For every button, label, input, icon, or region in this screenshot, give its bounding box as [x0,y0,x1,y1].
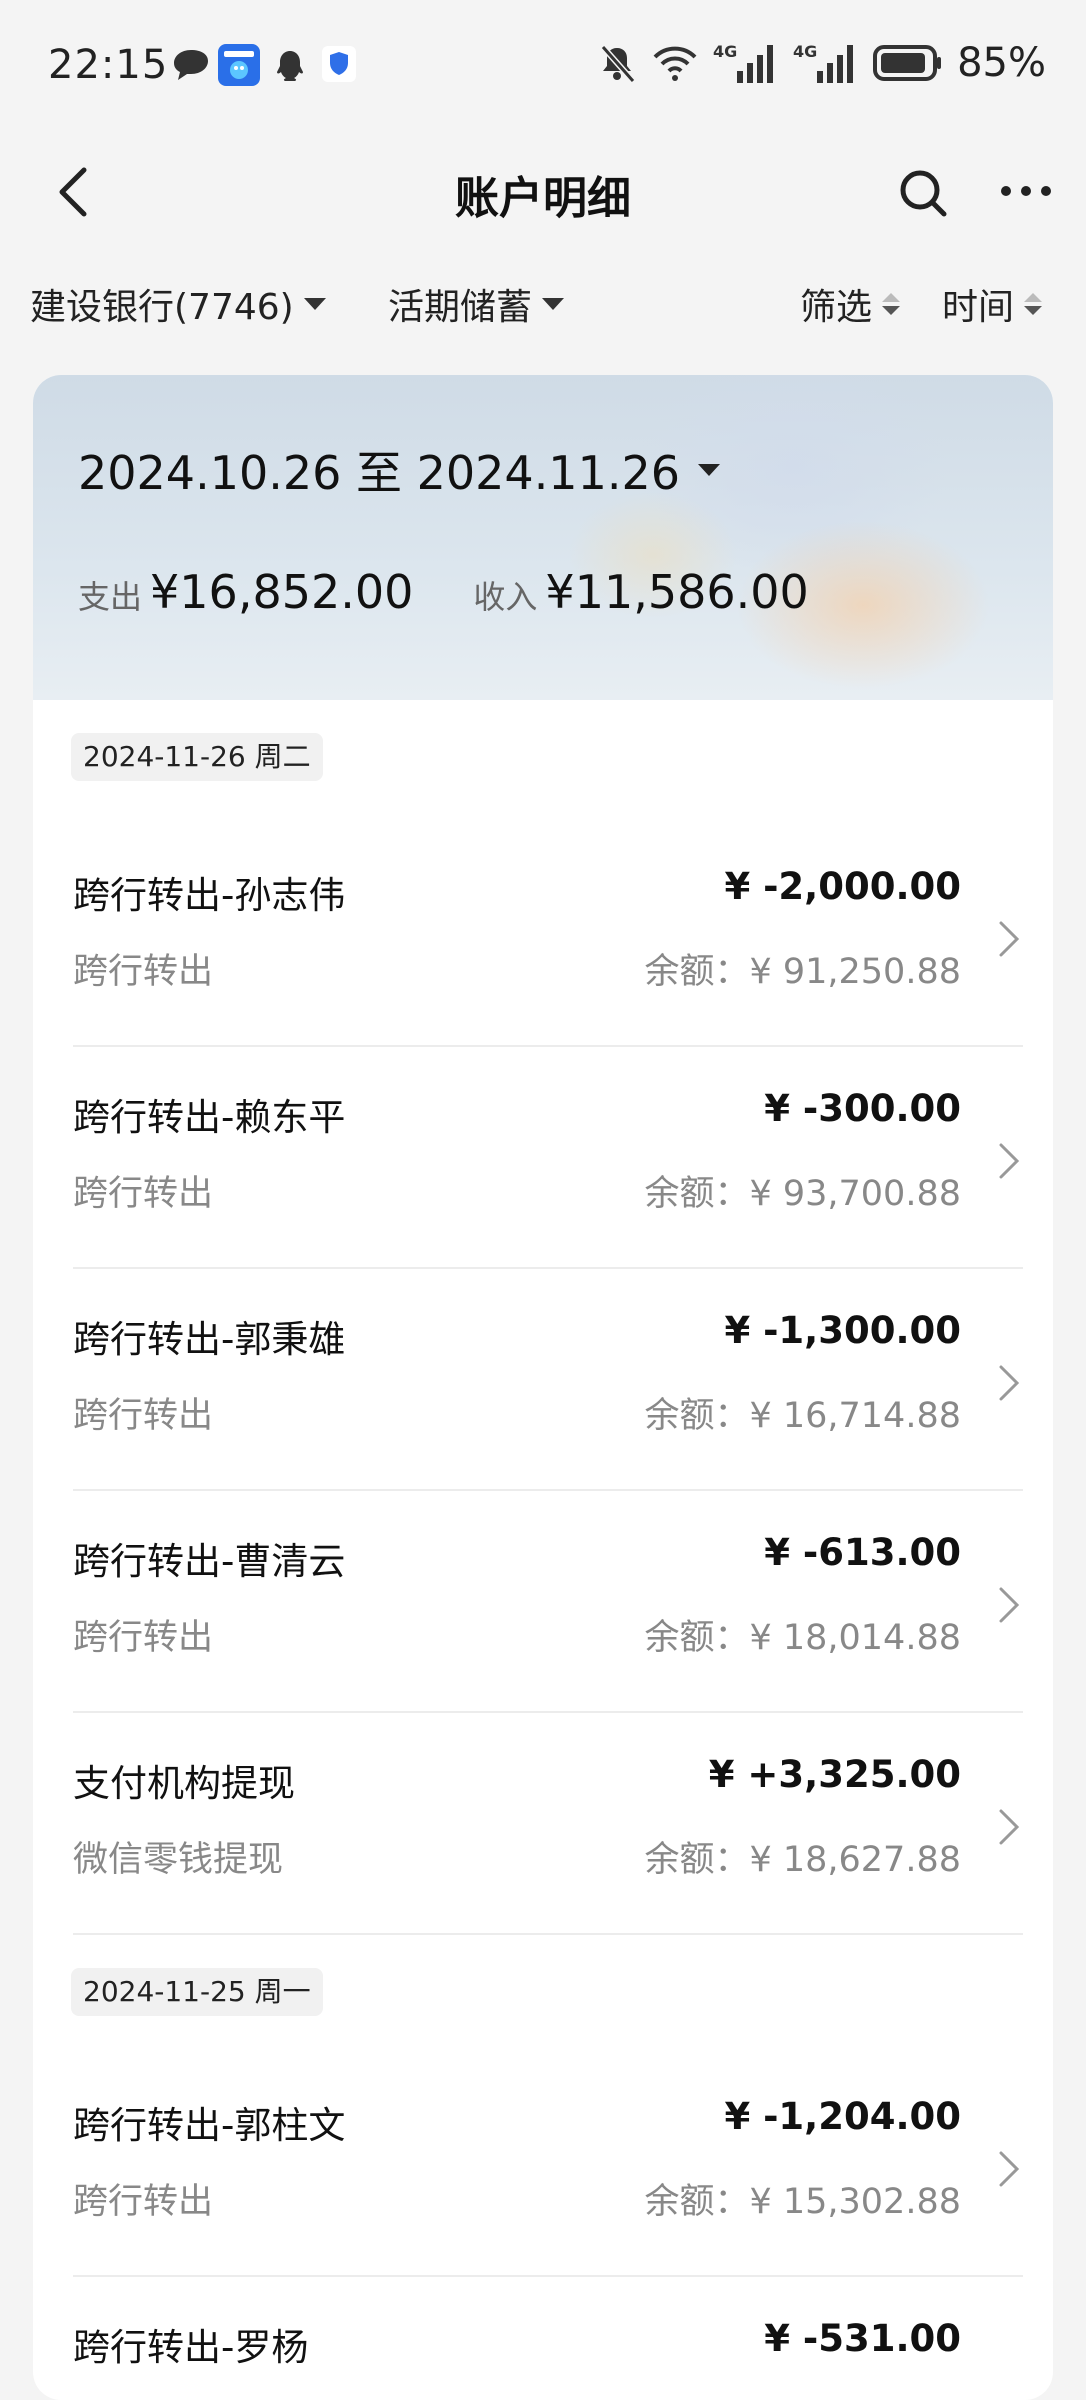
transaction-type: 微信零钱提现 [73,1840,284,1880]
chevron-right-icon [993,2147,1023,2191]
chevron-right-icon [993,1805,1023,1849]
transaction-amount: ¥ -531.00 [764,2317,961,2360]
transaction-balance: 余额：¥ 15,302.88 [644,2182,961,2222]
transaction-type: 跨行转出 [73,2182,214,2222]
transaction-balance: 余额：¥ 18,014.88 [644,1618,961,1658]
divider [73,1933,1023,1935]
income-value: ¥11,586.00 [545,565,809,619]
transaction-row[interactable]: 支付机构提现 微信零钱提现 ¥ +3,325.00 余额：¥ 18,627.88 [73,1713,1023,1935]
message-icon [172,48,210,86]
summary-totals: 支出 ¥16,852.00 收入 ¥11,586.00 [78,565,869,619]
date-group-header: 2024-11-25 周一 [71,1968,323,2016]
account-selector[interactable]: 建设银行(7746) [30,278,326,330]
battery-percent: 85% [957,40,1046,86]
transaction-amount: ¥ -300.00 [764,1087,961,1130]
filter-bar: 建设银行(7746) 活期储蓄 筛选 时间 [0,270,1086,340]
search-icon[interactable] [896,162,952,222]
transaction-title: 跨行转出-郭秉雄 [73,1318,346,1361]
summary-banner: 2024.10.26 至 2024.11.26 支出 ¥16,852.00 收入… [33,375,1053,700]
transaction-title: 跨行转出-赖东平 [73,1096,346,1139]
battery-icon [873,45,942,81]
transaction-row[interactable]: 跨行转出-曹清云 跨行转出 ¥ -613.00 余额：¥ 18,014.88 [73,1491,1023,1713]
transaction-amount: ¥ -613.00 [764,1531,961,1574]
transaction-row[interactable]: 跨行转出-罗杨 ¥ -531.00 [73,2277,1023,2400]
app-header: 账户明细 [0,140,1086,250]
app-notify-icon [218,44,260,90]
transaction-title: 跨行转出-郭柱文 [73,2104,346,2147]
time-sort-label: 时间 [942,287,1015,328]
expense-value: ¥16,852.00 [150,565,414,619]
transaction-amount: ¥ -1,300.00 [724,1309,961,1352]
date-range-text: 2024.10.26 至 2024.11.26 [78,446,680,500]
wifi-icon [653,46,697,81]
shield-icon [322,46,356,86]
transaction-type: 跨行转出 [73,1174,214,1214]
transaction-balance: 余额：¥ 93,700.88 [644,1174,961,1214]
more-icon[interactable] [996,166,1056,216]
filter-label: 筛选 [800,287,873,328]
transaction-balance: 余额：¥ 16,714.88 [644,1396,961,1436]
caret-down-icon [698,464,720,476]
caret-down-icon [303,298,326,310]
transaction-balance: 余额：¥ 91,250.88 [644,952,961,992]
transaction-type: 跨行转出 [73,1396,214,1436]
transaction-title: 跨行转出-孙志伟 [73,874,346,917]
chevron-right-icon [993,1139,1023,1183]
status-time: 22:15 [48,42,169,88]
transaction-title: 跨行转出-罗杨 [73,2326,309,2369]
time-sort-button[interactable]: 时间 [942,278,1043,330]
sort-icon [882,293,901,315]
income-label: 收入 [473,578,538,616]
transaction-balance: 余额：¥ 18,627.88 [644,1840,961,1880]
transaction-amount: ¥ +3,325.00 [708,1753,961,1796]
status-bar: 22:15 4G 4G 85% [0,0,1086,120]
date-group-header: 2024-11-26 周二 [71,733,323,781]
transaction-title: 支付机构提现 [73,1762,295,1805]
svg-text:4G: 4G [713,42,737,61]
chevron-right-icon [993,917,1023,961]
account-type-label: 活期储蓄 [388,287,533,328]
transaction-row[interactable]: 跨行转出-孙志伟 跨行转出 ¥ -2,000.00 余额：¥ 91,250.88 [73,825,1023,1047]
account-label: 建设银行(7746) [30,287,294,328]
transaction-row[interactable]: 跨行转出-郭柱文 跨行转出 ¥ -1,204.00 余额：¥ 15,302.88 [73,2055,1023,2277]
expense-label: 支出 [78,578,143,616]
date-range-selector[interactable]: 2024.10.26 至 2024.11.26 [78,437,720,503]
qq-icon [272,48,308,88]
chevron-right-icon [993,1583,1023,1627]
transactions-card: 2024.10.26 至 2024.11.26 支出 ¥16,852.00 收入… [33,375,1053,2400]
filter-button[interactable]: 筛选 [800,278,901,330]
chevron-right-icon [993,1361,1023,1405]
transaction-amount: ¥ -1,204.00 [724,2095,961,2138]
mute-icon [600,45,636,83]
transaction-row[interactable]: 跨行转出-赖东平 跨行转出 ¥ -300.00 余额：¥ 93,700.88 [73,1047,1023,1269]
signal-4g-icon: 4G [713,42,774,83]
transaction-row[interactable]: 跨行转出-郭秉雄 跨行转出 ¥ -1,300.00 余额：¥ 16,714.88 [73,1269,1023,1491]
svg-text:4G: 4G [793,42,817,61]
caret-down-icon [542,298,565,310]
sort-icon [1024,293,1043,315]
transaction-amount: ¥ -2,000.00 [724,865,961,908]
transaction-type: 跨行转出 [73,1618,214,1658]
transaction-type: 跨行转出 [73,952,214,992]
transaction-title: 跨行转出-曹清云 [73,1540,346,1583]
signal-4g-icon-2: 4G [793,42,854,83]
account-type-selector[interactable]: 活期储蓄 [388,278,565,330]
